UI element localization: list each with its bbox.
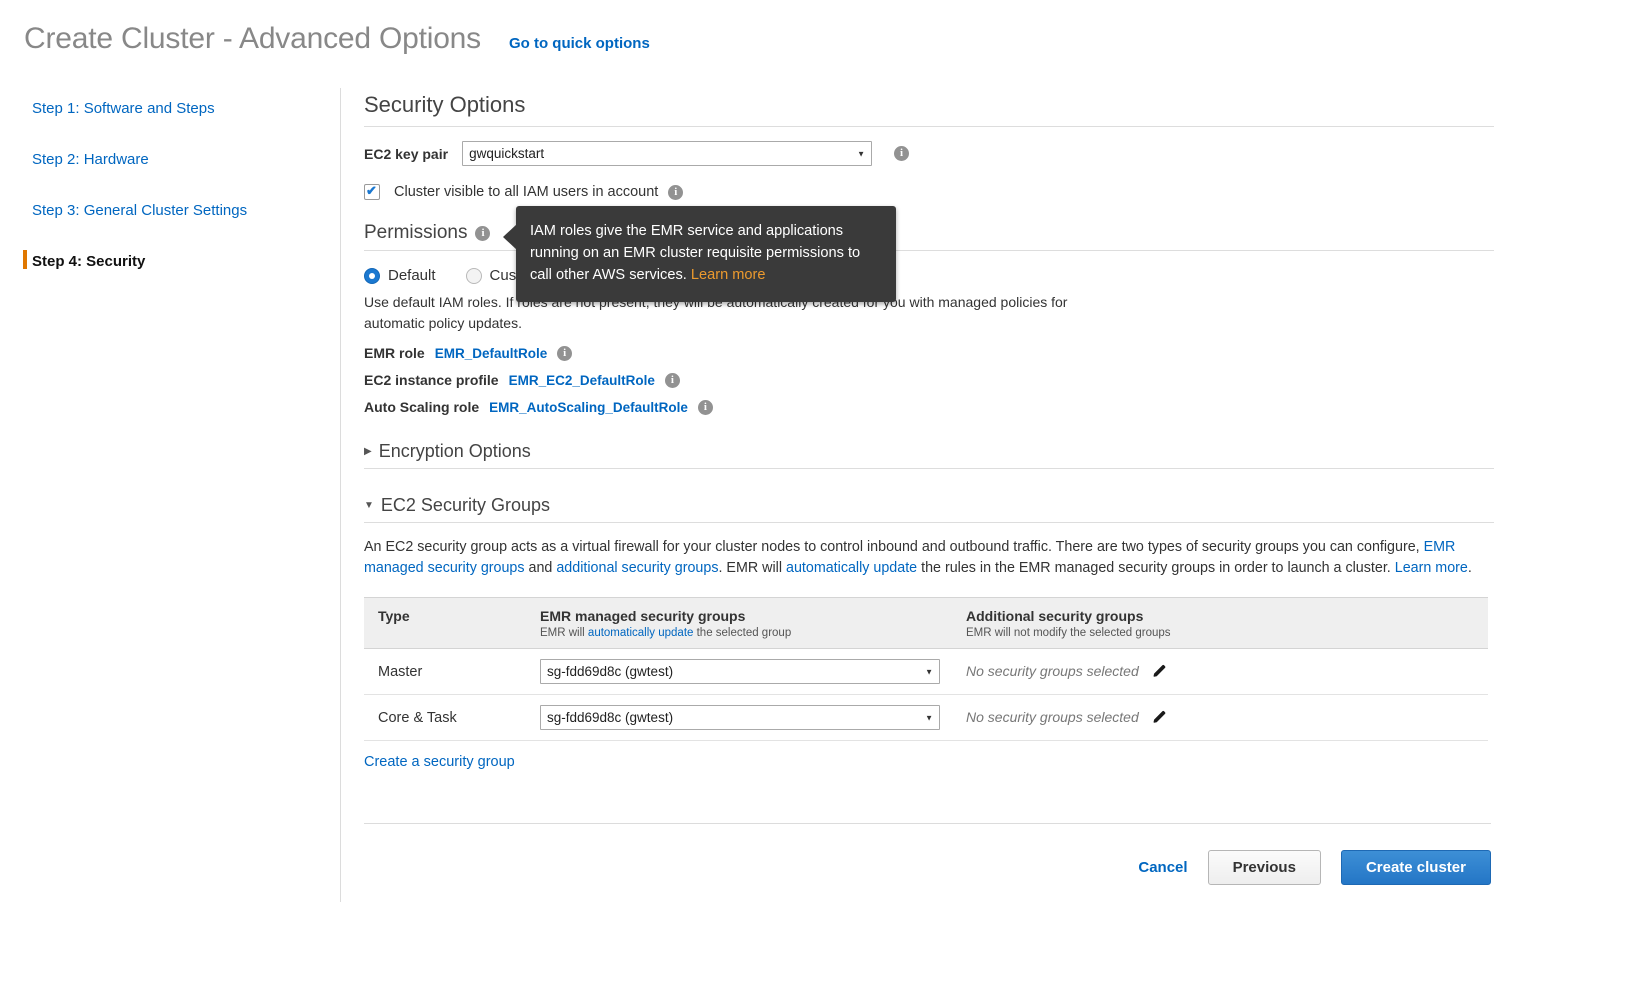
table-header-row: Type EMR managed security groups EMR wil… bbox=[364, 597, 1488, 649]
core-task-managed-security-group-select[interactable]: sg-fdd69d8c (gwtest) bbox=[540, 705, 940, 730]
footer-divider bbox=[364, 823, 1491, 824]
ec2-key-pair-label: EC2 key pair bbox=[364, 145, 449, 162]
ec2-instance-profile-value[interactable]: EMR_EC2_DefaultRole bbox=[509, 373, 655, 388]
additional-security-groups-link[interactable]: additional security groups bbox=[556, 560, 718, 576]
column-header-additional: Additional security groups EMR will not … bbox=[952, 597, 1488, 649]
table-body: Master sg-fdd69d8c (gwtest) No security … bbox=[364, 648, 1488, 741]
core-task-managed-select-wrap: sg-fdd69d8c (gwtest) bbox=[540, 705, 940, 730]
managed-sub-pre: EMR will bbox=[540, 627, 588, 639]
footer-actions: Cancel Previous Create cluster bbox=[364, 850, 1491, 885]
column-header-additional-title: Additional security groups bbox=[966, 608, 1144, 624]
sidebar-item-general-cluster-settings[interactable]: Step 3: General Cluster Settings bbox=[32, 198, 332, 223]
column-header-type: Type bbox=[364, 597, 526, 649]
column-header-additional-sub: EMR will not modify the selected groups bbox=[966, 627, 1171, 639]
permissions-custom-radio[interactable] bbox=[465, 267, 482, 284]
row-managed-group-core-task: sg-fdd69d8c (gwtest) bbox=[526, 694, 952, 741]
cluster-visible-checkbox[interactable] bbox=[364, 183, 380, 200]
master-additional-groups-value: No security groups selected bbox=[966, 662, 1139, 679]
row-managed-group-master: sg-fdd69d8c (gwtest) bbox=[526, 648, 952, 695]
cluster-visible-row: Cluster visible to all IAM users in acco… bbox=[364, 183, 1494, 200]
create-a-security-group-link[interactable]: Create a security group bbox=[364, 754, 515, 770]
column-header-managed-title: EMR managed security groups bbox=[540, 608, 746, 624]
table-row: Core & Task sg-fdd69d8c (gwtest) No secu… bbox=[364, 694, 1488, 741]
row-additional-groups-core-task: No security groups selected bbox=[952, 694, 1488, 741]
sidebar-item-security[interactable]: Step 4: Security bbox=[23, 249, 332, 274]
create-cluster-button[interactable]: Create cluster bbox=[1340, 850, 1491, 885]
info-icon[interactable]: i bbox=[697, 399, 713, 415]
create-cluster-page: Create Cluster - Advanced Options Go to … bbox=[0, 0, 1625, 1001]
table-head: Type EMR managed security groups EMR wil… bbox=[364, 597, 1488, 649]
cluster-visible-label: Cluster visible to all IAM users in acco… bbox=[394, 184, 659, 200]
cancel-button[interactable]: Cancel bbox=[1138, 859, 1187, 876]
tooltip-learn-more-link[interactable]: Learn more bbox=[691, 267, 766, 283]
info-icon[interactable]: i bbox=[664, 372, 680, 388]
info-icon[interactable]: i bbox=[894, 146, 910, 161]
encryption-options-header[interactable]: ▶ Encryption Options bbox=[364, 441, 1494, 469]
page-title: Create Cluster - Advanced Options bbox=[24, 22, 481, 55]
table-row: Master sg-fdd69d8c (gwtest) No security … bbox=[364, 648, 1488, 695]
page-section-title: Security Options bbox=[364, 92, 1494, 127]
emr-role-row: EMR role EMR_DefaultRole i bbox=[364, 345, 1494, 361]
sidebar-item-hardware[interactable]: Step 2: Hardware bbox=[32, 147, 332, 172]
sg-desc-part1: An EC2 security group acts as a virtual … bbox=[364, 539, 1424, 555]
edit-pencil-icon[interactable] bbox=[1151, 663, 1168, 680]
ec2-key-pair-row: EC2 key pair gwquickstart i bbox=[364, 141, 1494, 166]
permissions-default-label: Default bbox=[388, 267, 436, 284]
row-additional-groups-master: No security groups selected bbox=[952, 648, 1488, 695]
sg-desc-part5: . bbox=[1467, 560, 1472, 576]
ec2-instance-profile-row: EC2 instance profile EMR_EC2_DefaultRole… bbox=[364, 372, 1494, 388]
permissions-tooltip: IAM roles give the EMR service and appli… bbox=[503, 206, 896, 302]
learn-more-link[interactable]: Learn more bbox=[1395, 560, 1468, 576]
edit-pencil-icon[interactable] bbox=[1151, 709, 1168, 726]
master-managed-select-wrap: sg-fdd69d8c (gwtest) bbox=[540, 659, 940, 684]
emr-role-value[interactable]: EMR_DefaultRole bbox=[435, 346, 548, 361]
row-type-core-task: Core & Task bbox=[364, 694, 526, 741]
info-icon[interactable]: i bbox=[557, 345, 573, 361]
ec2-security-groups-header[interactable]: ▼ EC2 Security Groups bbox=[364, 495, 1494, 523]
managed-sub-post: the selected group bbox=[693, 627, 792, 639]
auto-scaling-role-label: Auto Scaling role bbox=[364, 399, 480, 415]
page-header: Create Cluster - Advanced Options Go to … bbox=[24, 22, 650, 56]
sg-desc-part3: . EMR will bbox=[718, 560, 786, 576]
managed-sub-link[interactable]: automatically update bbox=[588, 627, 693, 639]
ec2-key-pair-select[interactable]: gwquickstart bbox=[462, 141, 873, 166]
auto-scaling-role-value[interactable]: EMR_AutoScaling_DefaultRole bbox=[489, 400, 688, 415]
core-task-additional-groups-value: No security groups selected bbox=[966, 708, 1139, 725]
go-to-quick-options-link[interactable]: Go to quick options bbox=[509, 35, 650, 52]
emr-role-label: EMR role bbox=[364, 345, 425, 361]
info-icon[interactable]: i bbox=[668, 184, 684, 200]
sg-desc-part4: the rules in the EMR managed security gr… bbox=[917, 560, 1395, 576]
ec2-key-pair-select-wrap: gwquickstart bbox=[462, 141, 873, 166]
sidebar-item-software-and-steps[interactable]: Step 1: Software and Steps bbox=[32, 96, 332, 121]
steps-sidebar: Step 1: Software and Steps Step 2: Hardw… bbox=[23, 96, 332, 300]
ec2-instance-profile-label: EC2 instance profile bbox=[364, 372, 499, 388]
permissions-title: Permissions bbox=[364, 222, 468, 243]
column-header-managed: EMR managed security groups EMR will aut… bbox=[526, 597, 952, 649]
encryption-options-title: Encryption Options bbox=[378, 441, 531, 461]
security-groups-table: Type EMR managed security groups EMR wil… bbox=[364, 597, 1488, 741]
row-type-master: Master bbox=[364, 648, 526, 695]
column-header-managed-sub: EMR will automatically update the select… bbox=[540, 627, 940, 639]
previous-button[interactable]: Previous bbox=[1207, 850, 1321, 885]
chevron-right-icon: ▶ bbox=[364, 446, 372, 457]
chevron-down-icon: ▼ bbox=[364, 500, 374, 511]
sg-desc-part2: and bbox=[524, 560, 557, 576]
auto-scaling-role-row: Auto Scaling role EMR_AutoScaling_Defaul… bbox=[364, 399, 1494, 415]
content-divider bbox=[340, 88, 341, 902]
ec2-security-groups-title: EC2 Security Groups bbox=[380, 495, 550, 515]
security-groups-description: An EC2 security group acts as a virtual … bbox=[364, 537, 1479, 579]
master-managed-security-group-select[interactable]: sg-fdd69d8c (gwtest) bbox=[540, 659, 940, 684]
automatically-update-link[interactable]: automatically update bbox=[786, 560, 917, 576]
column-header-type-title: Type bbox=[378, 608, 410, 624]
permissions-default-radio[interactable] bbox=[364, 267, 380, 284]
info-icon[interactable]: i bbox=[475, 225, 491, 241]
